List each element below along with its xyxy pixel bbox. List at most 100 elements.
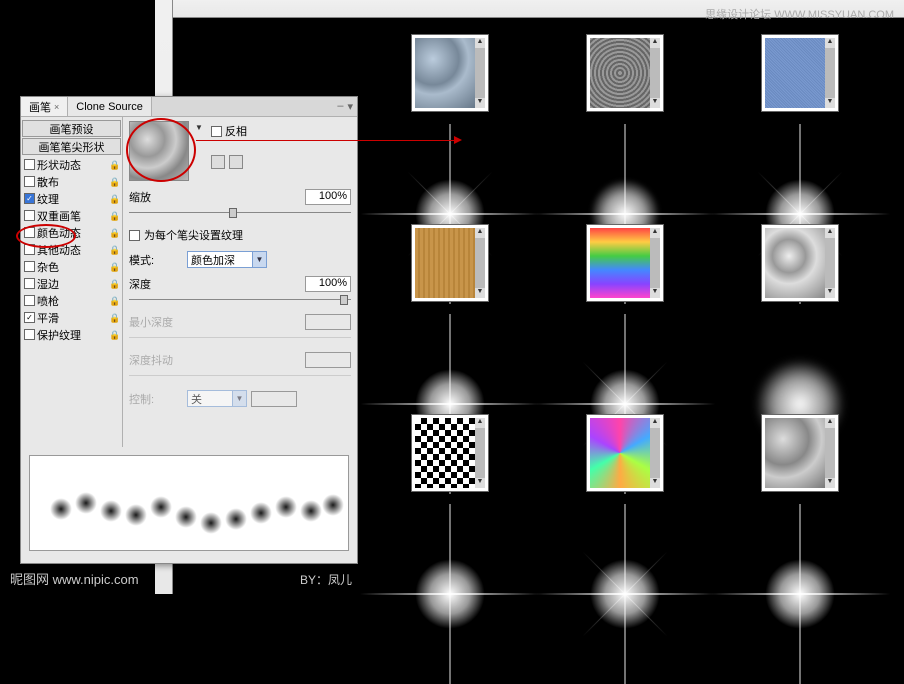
lock-icon[interactable]: 🔒 xyxy=(109,194,119,204)
chevron-down-icon[interactable]: ▼ xyxy=(475,98,485,108)
option-scattering[interactable]: 散布🔒 xyxy=(21,173,122,190)
control-select: 关 ▼ xyxy=(187,390,247,407)
option-smoothing[interactable]: ✓平滑🔒 xyxy=(21,309,122,326)
each-tip-label: 为每个笔尖设置纹理 xyxy=(144,227,243,243)
brush-presets-header[interactable]: 画笔预设 xyxy=(22,120,121,137)
tab-brush[interactable]: 画笔 × xyxy=(21,97,68,116)
annotation-arrow-head xyxy=(454,136,462,144)
lock-icon[interactable]: 🔒 xyxy=(109,279,119,289)
min-depth-input xyxy=(305,314,351,330)
depth-slider[interactable] xyxy=(129,294,351,306)
min-depth-slider xyxy=(129,332,351,344)
chevron-down-icon: ▼ xyxy=(232,391,246,406)
texture-thumb-denim[interactable]: ▲▼ xyxy=(761,34,839,112)
lock-icon[interactable]: 🔒 xyxy=(109,330,119,340)
option-shape-dynamics[interactable]: 形状动态🔒 xyxy=(21,156,122,173)
watermark-author: BY：凤儿 xyxy=(300,571,352,588)
option-wet-edges[interactable]: 湿边🔒 xyxy=(21,275,122,292)
chevron-up-icon[interactable]: ▲ xyxy=(825,38,835,48)
checkbox-icon[interactable] xyxy=(24,159,35,170)
texture-settings: ▼ 反相 缩放 100% xyxy=(123,117,357,447)
option-protect-texture[interactable]: 保护纹理🔒 xyxy=(21,326,122,343)
lock-icon[interactable]: 🔒 xyxy=(109,211,119,221)
option-texture[interactable]: ✓纹理🔒 xyxy=(21,190,122,207)
checkbox-icon[interactable] xyxy=(24,210,35,221)
brush-stroke-preview xyxy=(29,455,349,551)
control-value-input xyxy=(251,391,297,407)
watermark-site: 昵图网 www.nipic.com xyxy=(10,569,139,588)
chevron-down-icon[interactable]: ▼ xyxy=(825,288,835,298)
chevron-up-icon[interactable]: ▲ xyxy=(650,418,660,428)
tab-label: 画笔 xyxy=(29,99,51,115)
chevron-down-icon[interactable]: ▼ xyxy=(650,98,660,108)
texture-thumb-spheres[interactable]: ▲▼ xyxy=(411,34,489,112)
lock-icon[interactable]: 🔒 xyxy=(109,313,119,323)
checkbox-icon[interactable]: ✓ xyxy=(24,193,35,204)
checkbox-icon[interactable] xyxy=(24,295,35,306)
texture-thumb-clouds[interactable]: ▲▼ xyxy=(761,414,839,492)
mode-select[interactable]: 颜色加深 ▼ xyxy=(187,251,267,268)
chevron-down-icon[interactable]: ▼ xyxy=(475,478,485,488)
checkbox-icon[interactable] xyxy=(24,329,35,340)
minimize-icon[interactable]: – xyxy=(337,100,343,113)
texture-thumb-oilslick[interactable]: ▲▼ xyxy=(586,414,664,492)
chevron-down-icon[interactable]: ▼ xyxy=(825,98,835,108)
lock-icon[interactable]: 🔒 xyxy=(109,262,119,272)
watermark-source: 思缘设计论坛 WWW.MISSYUAN.COM xyxy=(705,6,894,22)
chevron-down-icon[interactable]: ▼ xyxy=(825,478,835,488)
lock-icon[interactable]: 🔒 xyxy=(109,296,119,306)
menu-icon[interactable]: ▾ xyxy=(347,100,353,113)
scale-input[interactable]: 100% xyxy=(305,189,351,205)
control-label: 控制: xyxy=(129,391,183,407)
texture-thumb-checker[interactable]: ▲▼ xyxy=(411,414,489,492)
close-icon[interactable]: × xyxy=(54,102,59,112)
open-texture-icon[interactable] xyxy=(229,155,243,169)
chevron-up-icon[interactable]: ▲ xyxy=(475,38,485,48)
chevron-up-icon[interactable]: ▲ xyxy=(650,38,660,48)
texture-preview-grid: ▲▼ ▲▼ ▲▼ ▲▼ ▲▼ ▲▼ ▲▼ ▲▼ ▲▼ xyxy=(365,24,895,584)
checkbox-icon[interactable] xyxy=(24,244,35,255)
lock-icon[interactable]: 🔒 xyxy=(109,160,119,170)
texture-preview[interactable] xyxy=(129,121,189,181)
lock-icon[interactable]: 🔒 xyxy=(109,245,119,255)
chevron-down-icon: ▼ xyxy=(252,252,266,267)
brush-tip-shape-header[interactable]: 画笔笔尖形状 xyxy=(22,138,121,155)
checkbox-icon[interactable] xyxy=(24,176,35,187)
checkbox-icon[interactable] xyxy=(24,278,35,289)
scale-label: 缩放 xyxy=(129,189,183,205)
texture-thumb-wood[interactable]: ▲▼ xyxy=(411,224,489,302)
texture-thumb-foil[interactable]: ▲▼ xyxy=(761,224,839,302)
new-texture-icon[interactable] xyxy=(211,155,225,169)
chevron-up-icon[interactable]: ▲ xyxy=(475,228,485,238)
option-color-dynamics[interactable]: 颜色动态🔒 xyxy=(21,224,122,241)
chevron-up-icon[interactable]: ▲ xyxy=(825,418,835,428)
option-airbrush[interactable]: 喷枪🔒 xyxy=(21,292,122,309)
chevron-up-icon[interactable]: ▲ xyxy=(825,228,835,238)
chevron-down-icon[interactable]: ▼ xyxy=(650,478,660,488)
texture-thumb-rainbow[interactable]: ▲▼ xyxy=(586,224,664,302)
checkbox-icon[interactable]: ✓ xyxy=(24,312,35,323)
chevron-up-icon[interactable]: ▲ xyxy=(475,418,485,428)
depth-input[interactable]: 100% xyxy=(305,276,351,292)
checkbox-icon[interactable] xyxy=(24,227,35,238)
tab-clone-source[interactable]: Clone Source xyxy=(68,97,152,116)
option-other-dynamics[interactable]: 其他动态🔒 xyxy=(21,241,122,258)
scale-slider[interactable] xyxy=(129,207,351,219)
chevron-up-icon[interactable]: ▲ xyxy=(650,228,660,238)
option-dual-brush[interactable]: 双重画笔🔒 xyxy=(21,207,122,224)
lock-icon[interactable]: 🔒 xyxy=(109,228,119,238)
invert-label: 反相 xyxy=(225,123,247,139)
each-tip-checkbox[interactable] xyxy=(129,230,140,241)
mode-label: 模式: xyxy=(129,252,183,268)
chevron-down-icon[interactable]: ▼ xyxy=(475,288,485,298)
brush-options-list: 画笔预设 画笔笔尖形状 形状动态🔒 散布🔒 ✓纹理🔒 双重画笔🔒 颜色动态🔒 其… xyxy=(21,117,123,447)
depth-jitter-input xyxy=(305,352,351,368)
option-noise[interactable]: 杂色🔒 xyxy=(21,258,122,275)
lock-icon[interactable]: 🔒 xyxy=(109,177,119,187)
chevron-down-icon[interactable]: ▼ xyxy=(195,123,205,132)
invert-checkbox[interactable] xyxy=(211,126,222,137)
texture-thumb-gravel[interactable]: ▲▼ xyxy=(586,34,664,112)
panel-tab-bar: 画笔 × Clone Source – ▾ xyxy=(21,97,357,117)
chevron-down-icon[interactable]: ▼ xyxy=(650,288,660,298)
checkbox-icon[interactable] xyxy=(24,261,35,272)
